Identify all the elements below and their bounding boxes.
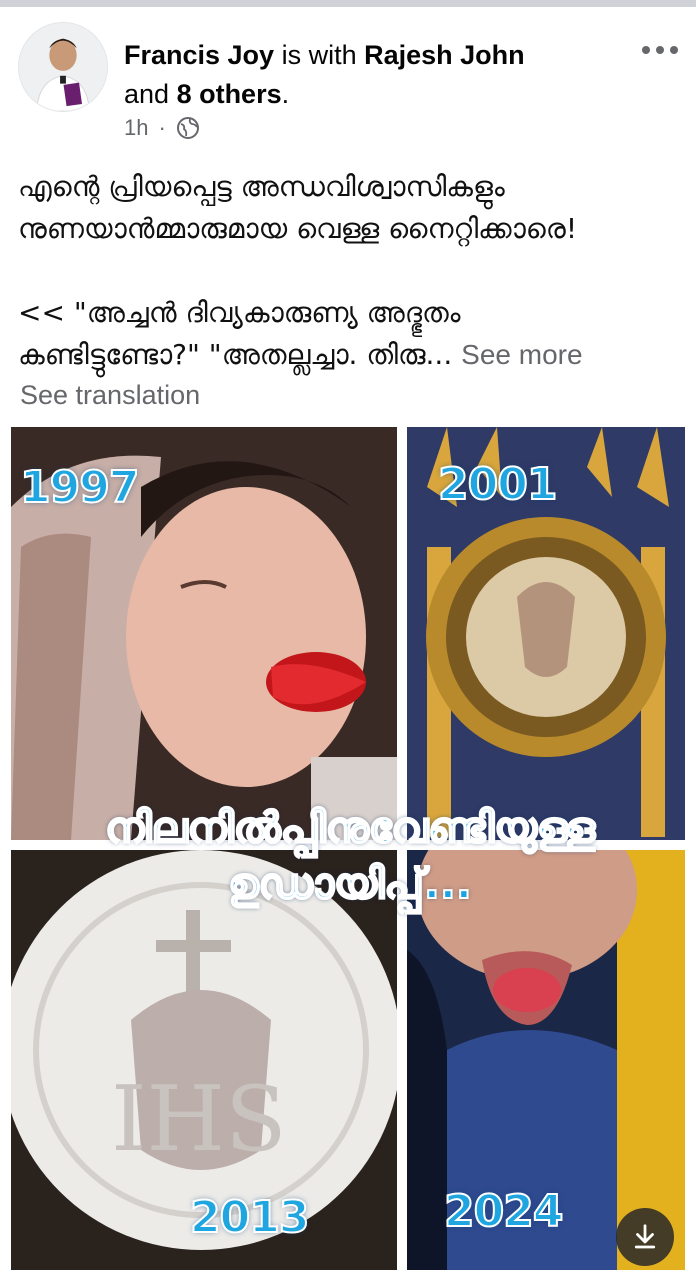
and-text: and xyxy=(124,79,177,109)
others-link[interactable]: 8 others xyxy=(177,79,282,109)
year-label-2001: 2001 xyxy=(437,458,558,511)
post-text-line: എന്റെ പ്രിയപ്പെട്ട അന്ധവിശ്വാസികളും xyxy=(18,170,505,203)
download-icon[interactable] xyxy=(616,1208,674,1266)
meta-separator: · xyxy=(158,115,166,140)
avatar[interactable] xyxy=(18,22,108,112)
post-meta: 1h · xyxy=(124,115,200,141)
year-label-1997: 1997 xyxy=(19,461,140,514)
post-text-last-line: കണ്ടിട്ടുണ്ടോ?" "അതല്ലച്ചാ. തിരു... See … xyxy=(18,334,678,376)
author-name[interactable]: Francis Joy xyxy=(124,40,274,70)
image-overlay-caption: നിലനിൽപ്പിനുവേണ്ടിയുള്ള ഉഡായിപ്പ്... xyxy=(20,800,680,912)
globe-icon[interactable] xyxy=(176,116,200,140)
tagged-user[interactable]: Rajesh John xyxy=(364,40,525,70)
see-more-link[interactable]: See more xyxy=(461,339,582,370)
year-label-2024: 2024 xyxy=(443,1185,564,1238)
post-header: Francis Joy is with Rajesh John and 8 ot… xyxy=(124,36,624,114)
with-text: is with xyxy=(274,40,365,70)
more-dot xyxy=(656,46,664,54)
post-text-line: നുണയാൻമ്മാരുമായ വെള്ള നൈറ്റിക്കാരെ! xyxy=(18,212,578,245)
period: . xyxy=(281,79,290,109)
svg-text:IHS: IHS xyxy=(111,1067,287,1172)
top-divider xyxy=(0,0,696,7)
more-options-icon[interactable] xyxy=(642,40,682,60)
more-dot xyxy=(670,46,678,54)
post-text-line: << "അച്ചൻ ദിവ്യകാരുണ്യ അദ്ഭുതം xyxy=(18,296,461,329)
more-dot xyxy=(642,46,650,54)
see-translation-link[interactable]: See translation xyxy=(20,380,200,411)
post-body: എന്റെ പ്രിയപ്പെട്ട അന്ധവിശ്വാസികളും നുണയ… xyxy=(18,166,678,376)
post-text-line: കണ്ടിട്ടുണ്ടോ?" "അതല്ലച്ചാ. തിരു... xyxy=(18,338,453,371)
overlay-line-1: നിലനിൽപ്പിനുവേണ്ടിയുള്ള xyxy=(104,802,596,853)
overlay-line-2: ഉഡായിപ്പ്... xyxy=(227,858,473,909)
timestamp[interactable]: 1h xyxy=(124,115,148,141)
year-label-2013: 2013 xyxy=(189,1191,310,1244)
